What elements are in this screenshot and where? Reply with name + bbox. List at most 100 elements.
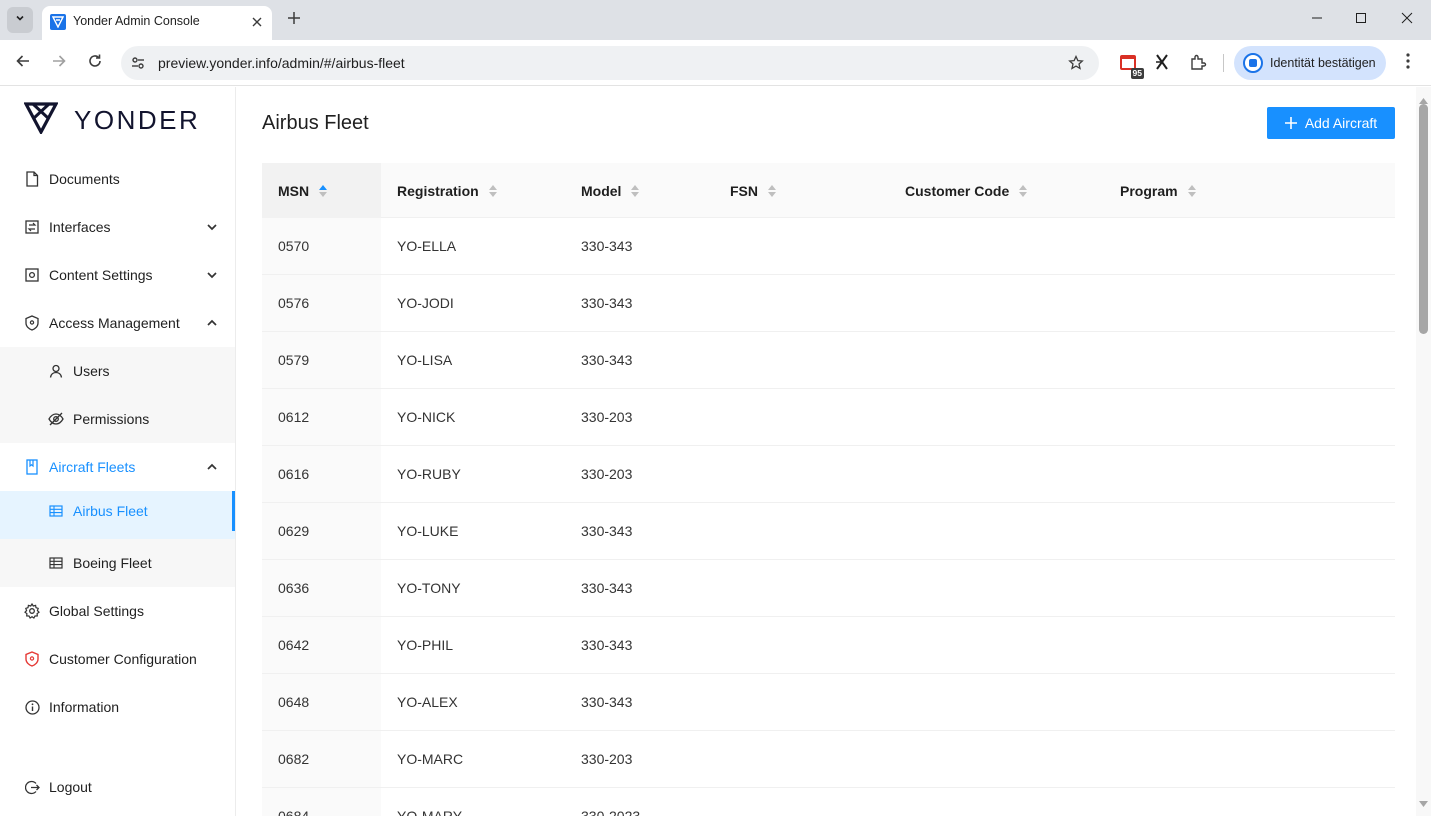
info-icon: [24, 699, 40, 715]
plus-icon: [288, 11, 300, 29]
minimize-button[interactable]: [1294, 0, 1340, 40]
bookmark-star-icon[interactable]: [1067, 54, 1085, 72]
add-aircraft-button[interactable]: Add Aircraft: [1267, 107, 1395, 139]
x-extension-button[interactable]: [1150, 52, 1174, 76]
sidebar-item-label: Boeing Fleet: [73, 555, 152, 571]
sidebar-item-label: Interfaces: [49, 219, 111, 235]
sidebar-item-label: Airbus Fleet: [73, 503, 148, 519]
column-header-model[interactable]: Model: [581, 163, 640, 218]
page-scrollbar[interactable]: [1416, 87, 1431, 816]
sidebar-item-label: Users: [73, 363, 110, 379]
toolbar-divider: [1223, 54, 1224, 72]
cell-registration: YO-ALEX: [397, 694, 458, 710]
site-settings-icon[interactable]: [129, 54, 147, 72]
extensions-button[interactable]: [1186, 52, 1210, 76]
table-body: 0570 YO-ELLA 330-343 0576 YO-JODI 330-34…: [262, 218, 1395, 816]
table-row[interactable]: 0570 YO-ELLA 330-343: [262, 218, 1395, 275]
close-icon: [1401, 11, 1413, 29]
column-header-msn[interactable]: MSN: [262, 163, 381, 218]
brand-logo[interactable]: YONDER: [23, 102, 200, 139]
table-row[interactable]: 0684 YO-MARY 330-2023: [262, 788, 1395, 816]
sidebar-item-permissions[interactable]: Permissions: [0, 395, 235, 443]
column-header-program[interactable]: Program: [1120, 163, 1197, 218]
new-tab-button[interactable]: [282, 8, 306, 32]
cell-msn: 0570: [262, 218, 381, 274]
cell-model: 330-2023: [581, 808, 641, 816]
table-row[interactable]: 0612 YO-NICK 330-203: [262, 389, 1395, 446]
column-header-fsn[interactable]: FSN: [730, 163, 777, 218]
sort-ascending-icon: [318, 184, 328, 198]
close-window-button[interactable]: [1384, 0, 1430, 40]
column-header-customer-code[interactable]: Customer Code: [905, 163, 1028, 218]
cell-registration: YO-MARC: [397, 751, 464, 767]
tab-search-button[interactable]: [7, 7, 33, 33]
forward-button[interactable]: [46, 50, 72, 76]
sidebar-item-information[interactable]: Information: [0, 683, 235, 731]
profile-label: Identität bestätigen: [1270, 56, 1376, 70]
table-row[interactable]: 0629 YO-LUKE 330-343: [262, 503, 1395, 560]
url-text: preview.yonder.info/admin/#/airbus-fleet: [158, 55, 405, 71]
scroll-down-arrow-icon[interactable]: [1419, 794, 1428, 812]
table-row[interactable]: 0616 YO-RUBY 330-203: [262, 446, 1395, 503]
puzzle-icon: [1189, 53, 1207, 76]
scrollbar-thumb[interactable]: [1419, 104, 1428, 334]
sidebar-item-access-management[interactable]: Access Management: [0, 299, 235, 347]
browser-tab-active[interactable]: Yonder Admin Console: [42, 6, 272, 40]
cell-registration: YO-ELLA: [397, 238, 457, 254]
cell-registration: YO-MARY: [397, 808, 463, 816]
sidebar-item-logout[interactable]: Logout: [0, 763, 235, 811]
extension-badge: 95: [1130, 68, 1144, 79]
x-extension-icon: [1153, 53, 1171, 76]
table-row[interactable]: 0636 YO-TONY 330-343: [262, 560, 1395, 617]
sidebar-item-documents[interactable]: Documents: [0, 155, 235, 203]
document-icon: [24, 171, 40, 187]
sidebar-item-users[interactable]: Users: [0, 347, 235, 395]
sort-icon: [767, 184, 777, 198]
browser-menu-button[interactable]: [1398, 52, 1418, 74]
table-row[interactable]: 0648 YO-ALEX 330-343: [262, 674, 1395, 731]
add-aircraft-label: Add Aircraft: [1304, 115, 1378, 131]
sidebar-item-label: Information: [49, 699, 120, 715]
table-header: MSN Registration Model FSN Customer Code…: [262, 163, 1395, 218]
address-bar[interactable]: preview.yonder.info/admin/#/airbus-fleet: [121, 46, 1099, 80]
interfaces-icon: [24, 219, 40, 235]
column-header-label: MSN: [278, 182, 310, 199]
maximize-icon: [1355, 11, 1367, 29]
back-button[interactable]: [10, 50, 36, 76]
sidebar-item-content-settings[interactable]: Content Settings: [0, 251, 235, 299]
sidebar-item-global-settings[interactable]: Global Settings: [0, 587, 235, 635]
profile-icon: [1243, 53, 1263, 73]
sidebar-item-boeing-fleet[interactable]: Boeing Fleet: [0, 539, 235, 587]
maximize-button[interactable]: [1338, 0, 1384, 40]
cell-msn: 0642: [262, 617, 381, 673]
cell-msn: 0682: [262, 731, 381, 787]
logout-icon: [24, 779, 40, 795]
sidebar-item-airbus-fleet[interactable]: Airbus Fleet: [0, 491, 235, 539]
tab-close-icon[interactable]: [248, 13, 266, 31]
reload-button[interactable]: [82, 50, 108, 76]
profile-chip[interactable]: Identität bestätigen: [1234, 46, 1386, 80]
cell-registration: YO-PHIL: [397, 637, 454, 653]
sidebar-item-label: Global Settings: [49, 603, 144, 619]
column-header-label: Model: [581, 182, 622, 199]
kebab-menu-icon: [1406, 52, 1410, 74]
table-row[interactable]: 0682 YO-MARC 330-203: [262, 731, 1395, 788]
sidebar-item-label: Content Settings: [49, 267, 153, 283]
table-icon: [48, 503, 64, 519]
column-header-registration[interactable]: Registration: [397, 163, 498, 218]
sort-icon: [1187, 184, 1197, 198]
sidebar-item-aircraft-fleets[interactable]: Aircraft Fleets: [0, 443, 235, 491]
sidebar-item-label: Access Management: [49, 315, 180, 331]
cell-model: 330-343: [581, 523, 633, 539]
cell-msn: 0579: [262, 332, 381, 388]
cell-registration: YO-LUKE: [397, 523, 459, 539]
calendar-extension-button[interactable]: 95: [1116, 52, 1144, 79]
sidebar-item-label: Documents: [49, 171, 120, 187]
cell-model: 330-343: [581, 637, 633, 653]
sidebar-item-customer-configuration[interactable]: Customer Configuration: [0, 635, 235, 683]
table-row[interactable]: 0576 YO-JODI 330-343: [262, 275, 1395, 332]
cell-msn: 0684: [262, 788, 381, 816]
sidebar-item-interfaces[interactable]: Interfaces: [0, 203, 235, 251]
table-row[interactable]: 0579 YO-LISA 330-343: [262, 332, 1395, 389]
table-row[interactable]: 0642 YO-PHIL 330-343: [262, 617, 1395, 674]
